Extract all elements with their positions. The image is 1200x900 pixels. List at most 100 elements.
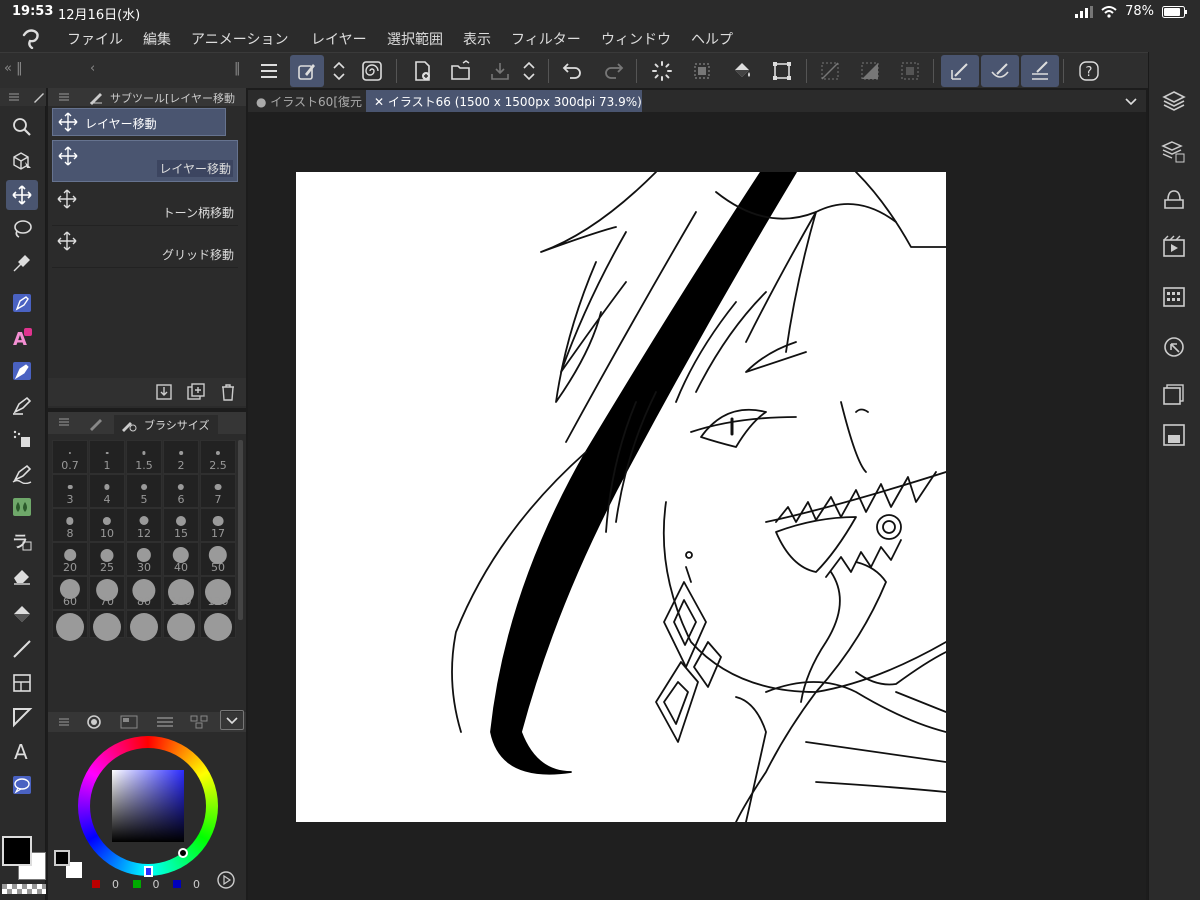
brush-size-cell[interactable]: 30 [126, 542, 162, 576]
play-icon[interactable] [216, 870, 236, 890]
brush-size-scrollbar[interactable] [238, 440, 243, 620]
redo-button[interactable] [596, 55, 630, 87]
panel-collapse-button[interactable] [220, 710, 244, 730]
file-scroll[interactable] [516, 55, 542, 87]
invert-selection-button[interactable] [853, 55, 887, 87]
brush-size-tab[interactable]: ブラシサイズ [114, 415, 218, 434]
panel-grip-icon[interactable]: ‖ [234, 61, 241, 76]
brush-size-cell[interactable]: 70 [89, 576, 125, 610]
layer-properties-icon[interactable] [1161, 138, 1187, 164]
brush-size-cell[interactable]: 20 [52, 542, 88, 576]
brush-size-cell[interactable]: 6 [163, 474, 199, 508]
brush-size-cell-overflow[interactable] [126, 610, 162, 641]
open-file-button[interactable] [444, 55, 478, 87]
menu-window[interactable]: ウィンドウ [601, 29, 671, 49]
brush-size-cell[interactable]: 17 [200, 508, 236, 542]
panel-main-color-swatch[interactable] [54, 850, 70, 866]
menu-edit[interactable]: 編集 [143, 29, 171, 49]
subtool-grid-move[interactable]: グリッド移動 [52, 226, 238, 268]
navigator-icon[interactable] [1161, 334, 1187, 360]
clear-button[interactable] [685, 55, 719, 87]
loading-button[interactable] [645, 55, 679, 87]
tool-blend[interactable] [6, 458, 38, 488]
current-subtool[interactable]: レイヤー移動 [52, 108, 226, 136]
tool-pen[interactable] [6, 288, 38, 318]
tool-fill-layer[interactable] [6, 492, 38, 522]
undo-button[interactable] [556, 55, 590, 87]
tool-eraser[interactable] [6, 560, 38, 590]
brush-size-cell[interactable]: 8 [52, 508, 88, 542]
menu-list-button[interactable] [252, 55, 286, 87]
transform-button[interactable] [765, 55, 799, 87]
save-button[interactable] [483, 55, 517, 87]
new-file-button[interactable] [405, 55, 439, 87]
ruler-snap-button[interactable] [941, 55, 979, 87]
deselect-button[interactable] [813, 55, 847, 87]
tool-brush[interactable] [6, 356, 38, 386]
doc-tab-illust60[interactable]: ● イラスト60[復元 [248, 90, 364, 112]
tool-ruler[interactable] [6, 702, 38, 732]
brush-size-cell[interactable]: 25 [89, 542, 125, 576]
brush-size-cell[interactable]: 7 [200, 474, 236, 508]
special-ruler-snap-button[interactable] [981, 55, 1019, 87]
drawing-canvas[interactable] [296, 172, 946, 822]
chevron-down-icon[interactable] [1122, 92, 1140, 110]
brush-size-cell-overflow[interactable] [163, 610, 199, 641]
tool-fill[interactable] [6, 600, 38, 630]
tool-text[interactable]: A [6, 736, 38, 766]
app-logo-icon[interactable] [20, 27, 44, 49]
material-icon[interactable] [1161, 186, 1187, 212]
menu-grip-icon[interactable] [58, 416, 70, 428]
menu-grip-icon[interactable] [58, 716, 70, 728]
brush-size-cell-overflow[interactable] [89, 610, 125, 641]
brush-size-cell[interactable]: 15 [163, 508, 199, 542]
brush-size-cell[interactable]: 3 [52, 474, 88, 508]
duplicate-subtool-icon[interactable] [186, 382, 206, 402]
quick-access-button[interactable] [290, 55, 324, 87]
brush-size-cell[interactable]: 4 [89, 474, 125, 508]
menu-grip-icon[interactable] [8, 91, 20, 103]
item-bank-icon[interactable] [1161, 422, 1187, 448]
tool-balloon[interactable] [6, 770, 38, 800]
menu-view[interactable]: 表示 [463, 29, 491, 49]
animation-icon[interactable] [1161, 234, 1187, 260]
brush-size-cell[interactable]: 80 [126, 576, 162, 610]
brush-size-cell[interactable]: 60 [52, 576, 88, 610]
brush-size-cell[interactable]: 120 [200, 576, 236, 610]
tool-property-tab-icon[interactable] [88, 415, 104, 431]
brush-size-cell[interactable]: 10 [89, 508, 125, 542]
sub-view-icon[interactable] [1161, 382, 1187, 408]
brush-size-cell[interactable]: 2 [163, 440, 199, 474]
tool-airbrush[interactable] [6, 424, 38, 454]
tool-figure[interactable]: ラ [6, 526, 38, 556]
brush-size-cell-overflow[interactable] [200, 610, 236, 641]
brush-size-cell[interactable]: 12 [126, 508, 162, 542]
quick-access-scroll[interactable] [326, 55, 352, 87]
pen-tab-icon[interactable] [32, 90, 46, 104]
brush-size-cell[interactable]: 1 [89, 440, 125, 474]
brush-size-cell[interactable]: 0.7 [52, 440, 88, 474]
grid-snap-button[interactable] [1021, 55, 1059, 87]
tool-frame[interactable] [6, 668, 38, 698]
import-subtool-icon[interactable] [154, 382, 174, 402]
menu-help[interactable]: ヘルプ [691, 29, 733, 49]
brush-size-cell[interactable]: 1.5 [126, 440, 162, 474]
menu-animation[interactable]: アニメーション [191, 29, 288, 49]
fill-button[interactable] [725, 55, 759, 87]
menu-file[interactable]: ファイル [67, 29, 123, 49]
menu-layer[interactable]: レイヤー [311, 29, 367, 49]
tool-marker[interactable] [6, 390, 38, 420]
saturation-value-square[interactable] [112, 770, 184, 842]
layers-icon[interactable] [1161, 88, 1187, 114]
brush-size-cell[interactable]: 100 [163, 576, 199, 610]
tool-operation[interactable] [6, 146, 38, 176]
brush-size-cell[interactable]: 5 [126, 474, 162, 508]
main-color-swatch[interactable] [2, 836, 32, 866]
brush-size-cell-overflow[interactable] [52, 610, 88, 641]
menu-filter[interactable]: フィルター [511, 29, 581, 49]
chevron-left-icon[interactable]: ‹ [90, 61, 95, 76]
transparent-swatch-icon[interactable] [2, 884, 46, 894]
help-button[interactable]: ? [1072, 55, 1106, 87]
subtool-layer-move[interactable]: レイヤー移動 [52, 140, 238, 182]
companion-button[interactable] [355, 55, 389, 87]
